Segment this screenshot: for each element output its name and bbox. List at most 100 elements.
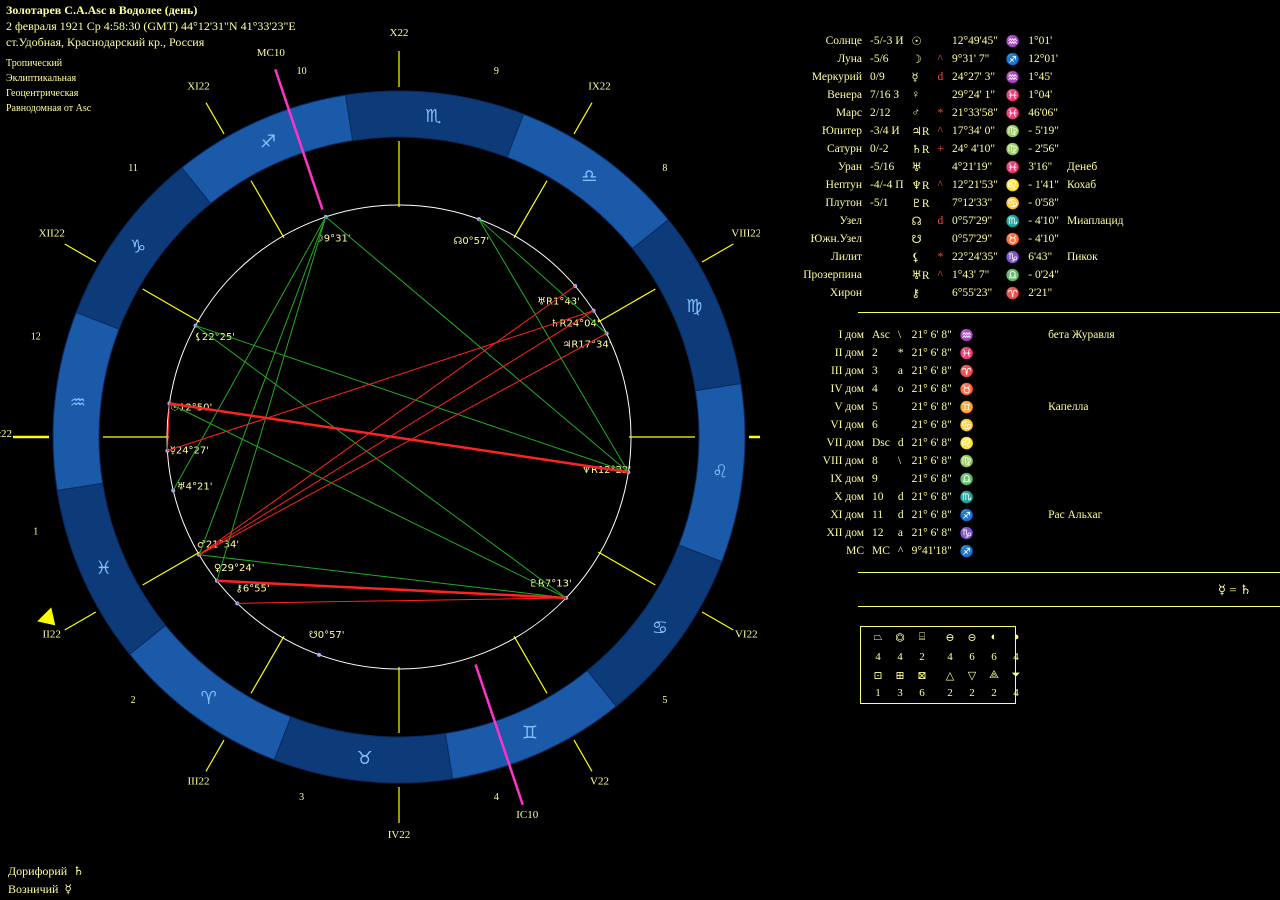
planet-row[interactable]: Уран -5/16 ♅ 4°21'19" ♓ 3'16" Денеб — [740, 158, 1127, 176]
elements-symbols-row2: ⊡ ⊞ ⊠ △ ▽ ⟁ ⏷ — [867, 669, 1027, 682]
house-row[interactable]: III дом 3 a 21° 6' 8" ♈ — [800, 362, 1119, 380]
planet-row[interactable]: Марс 2/12 ♂ * 21°33'58" ♓ 46'06" — [740, 104, 1127, 122]
planet-cell: - 4'10" — [1028, 215, 1059, 227]
house-row[interactable]: II дом 2 * 21° 6' 8" ♓ — [800, 344, 1119, 362]
house-row[interactable]: VII дом Dsc d 21° 6' 8" ♌ — [800, 434, 1119, 452]
house-cell — [894, 470, 908, 488]
house-cell — [978, 452, 1119, 470]
planet-cell: Юпитер — [821, 125, 862, 137]
planet-cell: 4°21'19" — [952, 161, 993, 173]
house-cell: \ — [897, 329, 902, 341]
house-cell: ^ — [897, 545, 904, 557]
planet-cell: Денеб — [1066, 161, 1098, 173]
zodiac-sign-icon: ♎ — [581, 166, 597, 187]
planet-cell: Кохаб — [1066, 179, 1097, 191]
ic-label: IC10 — [516, 809, 539, 821]
planet-cell: 1°45' — [1028, 71, 1053, 83]
house-row[interactable]: XI дом 11 d 21° 6' 8" ♐ Рас Альхаг — [800, 506, 1119, 524]
planet-cell: 17°34' 0" — [952, 125, 996, 137]
house-cusp-outer — [701, 611, 734, 631]
natal-chart-wheel[interactable]: ♒ ♓ ♈ ♉ ♊ ♋ ♌ ♍ ♎ ♏ ♐ ♑ Asc22 1 II22 2 III22 3 IV22 4 V22 5 VI… — [0, 0, 760, 900]
house-cell: ♐ — [959, 546, 975, 558]
planet-cell — [866, 230, 908, 248]
house-cell: IV дом — [830, 383, 864, 395]
planet-cell — [934, 158, 949, 176]
house-cell: 21° 6' 8" — [911, 437, 952, 449]
planet-cell: * — [937, 107, 944, 119]
planet-row[interactable]: Прозерпина ♅R ^ 1°43' 7" ♎ - 0'24" — [740, 266, 1127, 284]
planet-cell: Марс — [835, 107, 862, 119]
asc-arrow-icon — [37, 607, 56, 626]
planet-cell: -5/16 — [870, 161, 895, 173]
planet-cell — [866, 284, 908, 302]
planet-row[interactable]: Сатурн 0/-2 ♄R +24° 4'10" ♍ - 2'56" — [740, 140, 1127, 158]
house-cell: ♒ — [959, 330, 975, 342]
house-row[interactable]: I дом Asc \ 21° 6' 8" ♒ бета Журавля — [800, 326, 1119, 344]
planet-row[interactable]: Меркурий 0/9 ☿ d 24°27' 3" ♒ 1°45' — [740, 68, 1127, 86]
quadrant2-icon: ⊝ — [967, 632, 977, 644]
planet-row[interactable]: Узел ☊ d 0°57'29" ♏ - 4'10" Миаплацид — [740, 212, 1127, 230]
planet-row[interactable]: Плутон -5/1 ♇R 7°12'33" ♋ - 0'58" — [740, 194, 1127, 212]
planet-cell: Прозерпина — [803, 269, 862, 281]
zodiac-sign-icon: ♊ — [522, 722, 538, 743]
planet-cell: ♒ — [1005, 36, 1021, 48]
divider-mid — [858, 572, 1280, 573]
planet-cell: 12°21'53" — [952, 179, 998, 191]
house-row[interactable]: X дом 10 d 21° 6' 8" ♏ — [800, 488, 1119, 506]
planet-row[interactable]: Хирон ⚷ 6°55'23" ♈ 2'21" — [740, 284, 1127, 302]
planet-cell: ^ — [937, 269, 943, 281]
house-cell: ♓ — [959, 348, 975, 360]
planet-cell: 0/9 — [870, 71, 885, 83]
planet-cell: Меркурий — [811, 71, 862, 83]
house-row[interactable]: IV дом 4 o 21° 6' 8" ♉ — [800, 380, 1119, 398]
house-cell: II дом — [834, 347, 864, 359]
house-row[interactable]: МС MC ^ 9°41'18" ♐ — [800, 542, 1119, 560]
planet-cell: 3'16" — [1028, 161, 1053, 173]
planet-cell: -3/4 И — [870, 125, 900, 137]
house-cell: Asc — [872, 329, 890, 341]
planet-cell: Узел — [839, 215, 862, 227]
planet-cell — [1063, 32, 1128, 50]
house-row[interactable]: V дом 5 21° 6' 8" ♊ Капелла — [800, 398, 1119, 416]
planet-row[interactable]: Венера 7/16 З ♀ 29°24' 1" ♓ 1°04' — [740, 86, 1127, 104]
house-row[interactable]: XII дом 12 a 21° 6' 8" ♑ — [800, 524, 1119, 542]
house-cell: V дом — [834, 401, 864, 413]
planet-label: ♇R7°13' — [529, 579, 572, 590]
planet-row[interactable]: Луна -5/6 ☽ ^ 9°31' 7" ♐ 12°01' — [740, 50, 1127, 68]
planet-cell: d — [937, 215, 944, 227]
planet-cell: - 4'10" — [1028, 233, 1059, 245]
house-cell: \ — [897, 455, 902, 467]
house-cell: a — [897, 527, 904, 539]
house-number: 10 — [297, 66, 307, 77]
house-cell: ♈ — [959, 366, 975, 378]
element-count: 6 — [969, 651, 975, 663]
planet-row[interactable]: Лилит ⚸ * 22°24'35" ♑ 6'43" Пикок — [740, 248, 1127, 266]
cadent-icon: ⊠ — [917, 670, 927, 682]
house-row[interactable]: VIII дом 8 \ 21° 6' 8" ♍ — [800, 452, 1119, 470]
planet-cell: -5/6 — [870, 53, 889, 65]
zodiac-sign-icon: ♍ — [686, 296, 702, 317]
planet-cell: ♃R — [911, 126, 930, 138]
planet-row[interactable]: Солнце -5/-3 И ☉ 12°49'45" ♒ 1°01' — [740, 32, 1127, 50]
planet-row[interactable]: Южн.Узел ☋ 0°57'29" ♉ - 4'10" — [740, 230, 1127, 248]
element-count: 4 — [875, 651, 881, 663]
planet-row[interactable]: Нептун -4/-4 П ♆R ^ 12°21'53" ♌ - 1'41" Кохаб — [740, 176, 1127, 194]
house-row[interactable]: VI дом 6 21° 6' 8" ♋ — [800, 416, 1119, 434]
planet-cell: ♇R — [911, 198, 930, 210]
planet-row[interactable]: Юпитер -3/4 И ♃R ^ 17°34' 0" ♍ - 5'19" — [740, 122, 1127, 140]
house-cell: o — [897, 383, 904, 395]
planet-cell: Луна — [837, 53, 862, 65]
divider-bottom — [858, 606, 1280, 607]
planet-cell: ^ — [937, 125, 943, 137]
planet-cell: ♍ — [1005, 144, 1021, 156]
house-number: 9 — [494, 66, 499, 77]
house-row[interactable]: IX дом 9 21° 6' 8" ♎ — [800, 470, 1119, 488]
planet-cell: ♌ — [1005, 180, 1021, 192]
planet-cell — [1063, 122, 1128, 140]
element-count: 6 — [919, 687, 925, 699]
planet-cell — [934, 86, 949, 104]
planet-cell: ☉ — [911, 36, 922, 48]
house-cusp-inner — [142, 288, 201, 323]
house-cell: Рас Альхаг — [1048, 509, 1103, 521]
house-cell: 6 — [872, 419, 878, 431]
